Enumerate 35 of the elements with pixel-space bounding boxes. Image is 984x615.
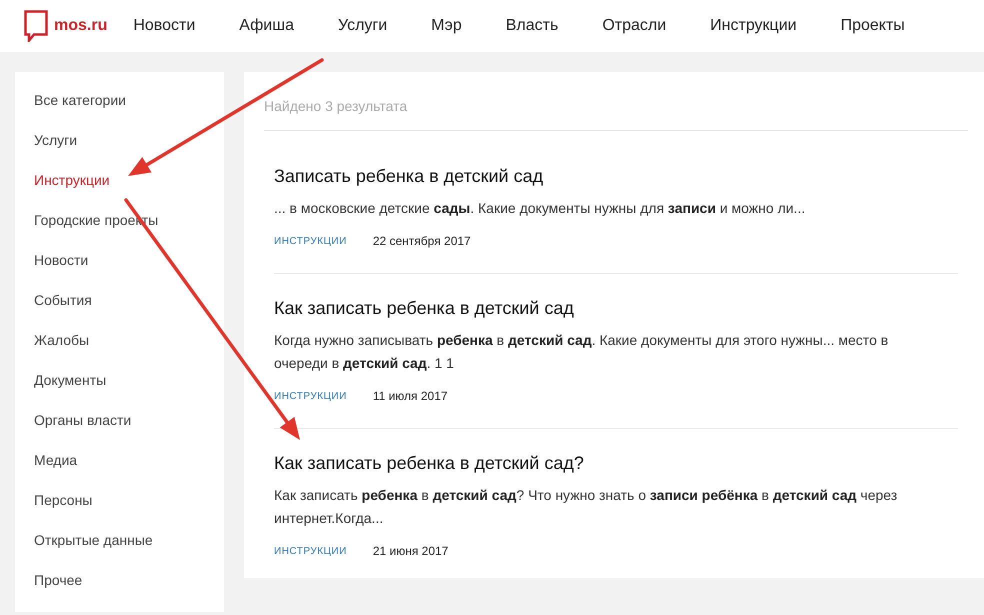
category-link[interactable]: Новости [34,250,224,290]
category-tag[interactable]: ИНСТРУКЦИИ [274,236,347,246]
category-tag[interactable]: ИНСТРУКЦИИ [274,546,347,556]
category-link[interactable]: Инструкции [34,170,224,210]
result-snippet: Когда нужно записывать ребенка в детский сад. Какие документы для этого нужны... место в очереди в детский сад. 1 1 [274,331,890,373]
results-count: Найдено 3 результата [264,98,968,131]
result-title[interactable]: Записать ребенка в детский сад [274,165,958,187]
category-link[interactable]: Открытые данные [34,530,224,570]
nav-link[interactable]: Инструкции [710,17,797,35]
speech-bubble-icon [24,10,48,42]
category-link[interactable]: Документы [34,370,224,410]
result-date: 11 июля 2017 [372,389,448,403]
result-date: 21 июня 2017 [372,544,448,558]
category-link[interactable]: События [34,290,224,330]
result-snippet: ... в московские детские сады. Какие документы нужны для записи и можно ли... [274,199,806,218]
nav-link[interactable]: Проекты [840,17,905,35]
nav-link[interactable]: Мэр [431,17,462,35]
category-link[interactable]: Все категории [34,90,224,130]
category-tag[interactable]: ИНСТРУКЦИИ [274,390,347,402]
nav-link[interactable]: Афиша [239,17,294,35]
category-link[interactable]: Медиа [34,450,224,490]
category-link[interactable]: Жалобы [34,330,224,370]
result-date: 22 сентября 2017 [372,234,471,248]
category-link[interactable]: Прочее [34,570,224,610]
result-snippet: Как записать ребенка в детский сад? Что нужно знать о записи ребёнка в детский сад через интернет.Когда... [274,486,898,528]
category-link[interactable]: Органы власти [34,410,224,450]
nav-link[interactable]: Услуги [338,17,388,35]
category-link[interactable]: Услуги [34,130,224,170]
nav-link[interactable]: Новости [133,17,196,35]
category-link[interactable]: Персоны [34,490,224,530]
result-title[interactable]: Как записать ребенка в детский сад [274,297,958,319]
result-title[interactable]: Как записать ребенка в детский сад? [274,452,958,474]
nav-link[interactable]: Отрасли [602,17,666,35]
site-logo[interactable]: mos.ru [24,10,108,42]
nav-link[interactable]: Власть [506,17,558,35]
